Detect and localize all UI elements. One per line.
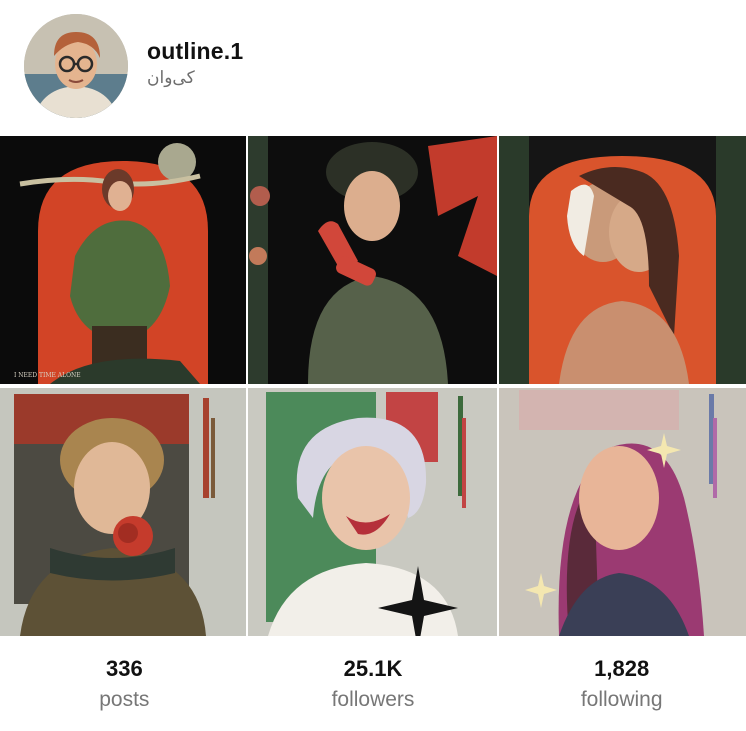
post-caption: I NEED TIME ALONE bbox=[14, 372, 81, 379]
post-thumbnail[interactable] bbox=[499, 136, 746, 384]
stat-followers-label: followers bbox=[331, 688, 415, 711]
post-thumbnail[interactable] bbox=[248, 136, 497, 384]
illustration-white-haired-woman-icon bbox=[248, 388, 497, 636]
illustration-purple-haired-woman-icon bbox=[499, 388, 746, 636]
stat-followers-value: 25.1K bbox=[343, 656, 403, 681]
portrait-avatar-icon bbox=[24, 14, 128, 118]
stat-followers[interactable]: 25.1K followers bbox=[249, 636, 498, 731]
post-thumbnail[interactable] bbox=[248, 388, 497, 636]
stat-posts-value: 336 bbox=[105, 656, 143, 681]
post-thumbnail[interactable]: I NEED TIME ALONE bbox=[0, 136, 246, 384]
illustration-woman-rose-icon bbox=[0, 388, 246, 636]
stat-following-value: 1,828 bbox=[594, 656, 650, 681]
profile-header: outline.1 کی‌وان bbox=[0, 0, 746, 135]
illustration-man-phone-icon bbox=[248, 136, 497, 384]
profile-stats: 336 posts 25.1K followers 1,828 followin… bbox=[0, 636, 746, 731]
stat-following-label: following bbox=[580, 688, 663, 711]
illustration-woman-sitting-icon: I NEED TIME ALONE bbox=[0, 136, 246, 384]
stat-posts[interactable]: 336 posts bbox=[0, 636, 249, 731]
profile-display-name: کی‌وان bbox=[147, 68, 195, 87]
profile-username[interactable]: outline.1 bbox=[147, 38, 243, 65]
profile-card: outline.1 کی‌وان I NEED TIME ALONE bbox=[0, 0, 746, 731]
illustration-two-faces-icon bbox=[499, 136, 746, 384]
post-grid: I NEED TIME ALONE bbox=[0, 136, 746, 636]
avatar[interactable] bbox=[24, 14, 128, 118]
stat-following[interactable]: 1,828 following bbox=[497, 636, 746, 731]
post-thumbnail[interactable] bbox=[499, 388, 746, 636]
stat-posts-label: posts bbox=[99, 688, 150, 711]
post-thumbnail[interactable] bbox=[0, 388, 246, 636]
